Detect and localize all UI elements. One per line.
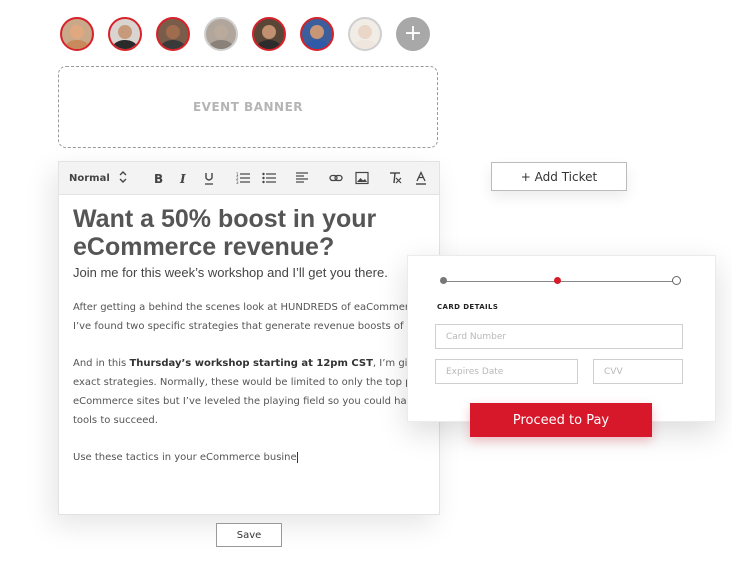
clear-format-icon[interactable]: [388, 170, 404, 186]
payment-card: CARD DETAILS Card Number Expires Date CV…: [407, 255, 716, 422]
avatar[interactable]: [252, 17, 286, 51]
underline-icon[interactable]: [201, 170, 217, 186]
avatar[interactable]: [60, 17, 94, 51]
proceed-to-pay-button[interactable]: Proceed to Pay: [470, 403, 652, 437]
editor-toolbar: Normal B I 123: [59, 162, 439, 195]
text-caret: [296, 451, 298, 463]
add-attendee-button[interactable]: +: [396, 17, 430, 51]
headline: Want a 50% boost in your eCommerce reven…: [73, 205, 377, 261]
step-2-dot: [554, 277, 561, 284]
avatar[interactable]: [204, 17, 238, 51]
rich-text-editor: Normal B I 123 Want a 50% boost in your …: [58, 161, 440, 515]
image-icon[interactable]: [354, 170, 370, 186]
cvv-input[interactable]: CVV: [593, 359, 683, 384]
paragraph-2: And in this Thursday’s workshop starting…: [73, 358, 413, 426]
expiry-date-input[interactable]: Expires Date: [435, 359, 578, 384]
chevron-updown-icon[interactable]: [116, 170, 130, 187]
checkout-stepper: [440, 276, 681, 287]
avatar[interactable]: [156, 17, 190, 51]
bullet-list-icon[interactable]: [261, 170, 277, 186]
format-select[interactable]: Normal: [69, 173, 110, 184]
link-icon[interactable]: [328, 170, 344, 186]
add-ticket-button[interactable]: + Add Ticket: [491, 162, 627, 191]
step-3-dot: [672, 276, 681, 285]
attendee-avatars: +: [60, 17, 430, 51]
svg-text:3: 3: [236, 180, 239, 185]
step-1-dot: [440, 277, 447, 284]
italic-icon[interactable]: I: [176, 170, 192, 186]
paragraph-3: Use these tactics in your eCommerce busi…: [73, 451, 298, 463]
subheadline: Join me for this week’s workshop and I’l…: [73, 265, 388, 280]
bold-icon[interactable]: B: [150, 170, 166, 186]
event-banner-dropzone[interactable]: EVENT BANNER: [58, 66, 438, 148]
banner-label: EVENT BANNER: [192, 100, 304, 114]
avatar[interactable]: [108, 17, 142, 51]
avatar[interactable]: [348, 17, 382, 51]
svg-text:B: B: [154, 172, 163, 185]
save-button[interactable]: Save: [216, 523, 282, 547]
card-details-title: CARD DETAILS: [437, 303, 499, 311]
paragraph-1: After getting a behind the scenes look a…: [73, 302, 413, 332]
avatar[interactable]: [300, 17, 334, 51]
text-color-icon[interactable]: [413, 170, 429, 186]
card-number-input[interactable]: Card Number: [435, 324, 683, 349]
align-left-icon[interactable]: [294, 170, 310, 186]
svg-text:I: I: [179, 172, 186, 185]
editor-content[interactable]: Want a 50% boost in your eCommerce reven…: [59, 195, 439, 467]
ordered-list-icon[interactable]: 123: [235, 170, 251, 186]
